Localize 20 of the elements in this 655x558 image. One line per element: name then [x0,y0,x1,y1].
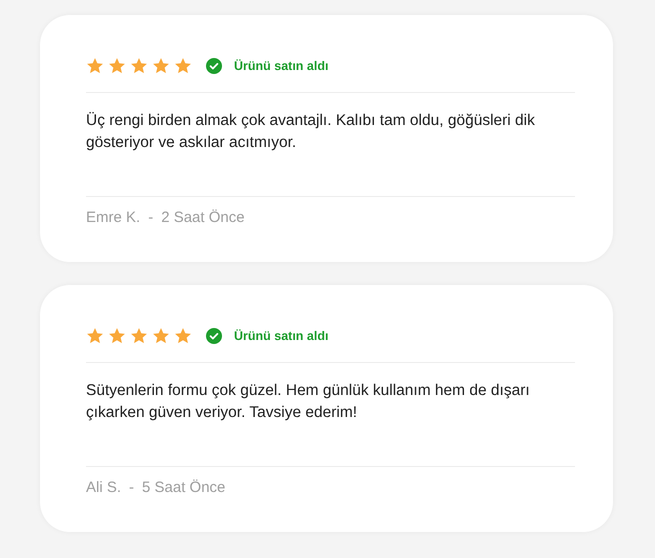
separator-text: - [148,209,154,226]
author-name: Ali S. [86,479,122,496]
star-icon [86,57,104,75]
star-icon [174,327,192,345]
star-icon [130,57,148,75]
author-name: Emre K. [86,209,140,226]
verified-label: Ürünü satın aldı [234,59,328,73]
star-icon [152,327,170,345]
star-icon [152,57,170,75]
star-icon [108,57,126,75]
star-icon [130,327,148,345]
review-time: 5 Saat Önce [142,479,226,496]
review-text: Üç rengi birden almak çok avantajlı. Kalıbı tam oldu, göğüsleri dik gösteriyor ve askılar acıtmıyor. [86,111,536,153]
separator-text: - [129,479,134,496]
review-time: 2 Saat Önce [161,209,245,226]
star-icon [174,57,192,75]
star-icon [108,327,126,345]
star-icon [86,327,104,345]
verified-label: Ürünü satın aldı [234,329,328,343]
review-text: Sütyenlerin formu çok güzel. Hem günlük kullanım hem de dışarı çıkarken güven veriyor. Tavsiye ederim! [86,381,531,423]
